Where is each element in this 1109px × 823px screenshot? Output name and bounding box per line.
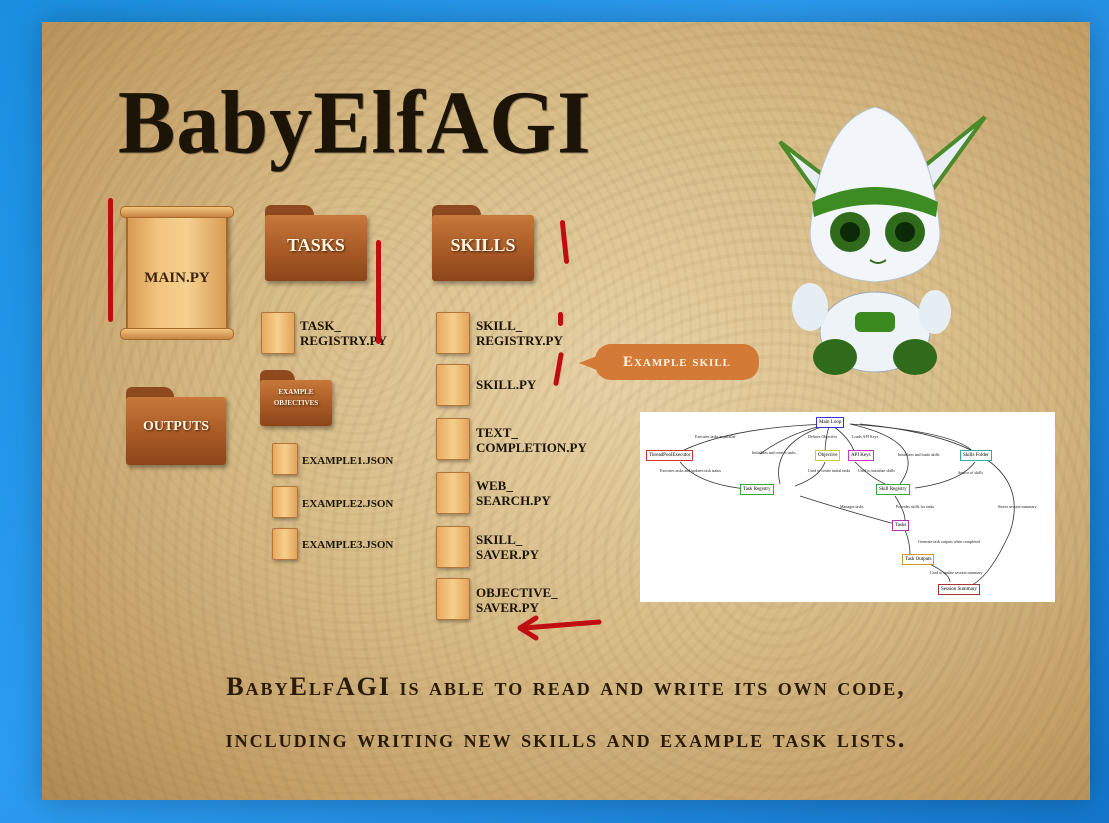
architecture-diagram: Main Loop ThreadPoolExecutor Objective A… <box>640 412 1055 602</box>
skills-folder[interactable]: SKILLS <box>432 205 534 281</box>
node-main-loop: Main Loop <box>816 417 845 428</box>
example3-filename: EXAMPLE3.JSON <box>302 539 394 551</box>
page-title: BabyElfAGI <box>118 71 592 173</box>
example-objectives-folder[interactable]: EXAMPLE OBJECTIVES <box>260 370 332 426</box>
tasks-folder[interactable]: TASKS <box>265 205 367 281</box>
edge-label: Provides skills for tasks <box>896 504 935 509</box>
main-py-label: MAIN.PY <box>144 270 210 286</box>
web-search-filename: WEB_ SEARCH.PY <box>476 478 551 508</box>
example1-filename: EXAMPLE1.JSON <box>302 455 394 467</box>
skill-filename: SKILL.PY <box>476 377 537 392</box>
skill-registry-filename: SKILL_ REGISTRY.PY <box>476 318 563 348</box>
example-objectives-label: EXAMPLE OBJECTIVES <box>273 388 319 407</box>
example1-file-icon[interactable] <box>272 443 298 475</box>
node-api-keys: API Keys <box>848 450 874 461</box>
caption-line-2: including writing new skills and example… <box>225 724 907 753</box>
edge-label: Used to create initial tasks <box>808 468 851 473</box>
text-completion-filename: TEXT_ COMPLETION.PY <box>476 425 587 455</box>
edge-label: Defines Objective <box>808 434 837 439</box>
skill-file-icon[interactable] <box>436 364 470 406</box>
main-py-scroll[interactable]: MAIN.PY <box>120 206 234 340</box>
example-skill-callout: Example skill <box>579 344 759 380</box>
caption-line-1: BabyElfAGI is able to read and write its… <box>226 672 906 701</box>
skill-saver-filename: SKILL_ SAVER.PY <box>476 532 539 562</box>
red-bracket-skills-3 <box>553 351 564 387</box>
node-task-outputs: Task Outputs <box>902 554 935 565</box>
node-skills-folder: Skills Folder <box>960 450 992 461</box>
web-search-file-icon[interactable] <box>436 472 470 514</box>
outputs-folder[interactable]: OUTPUTS <box>126 387 226 465</box>
example2-file-icon[interactable] <box>272 486 298 518</box>
node-skill-registry: Skill Registry <box>876 484 910 495</box>
red-bracket-skills-2 <box>558 312 563 326</box>
skill-saver-file-icon[interactable] <box>436 526 470 568</box>
example3-file-icon[interactable] <box>272 528 298 560</box>
outputs-folder-label: OUTPUTS <box>142 419 210 434</box>
edge-label: Stores session summary <box>998 504 1037 509</box>
objective-saver-filename: OBJECTIVE_ SAVER.PY <box>476 585 558 615</box>
edge-label: Source of skills <box>958 470 983 475</box>
red-bracket-main <box>108 198 113 322</box>
node-tasks: Tasks <box>892 520 910 531</box>
tasks-folder-label: TASKS <box>287 235 345 255</box>
edge-label: Used to initialize skills <box>858 468 895 473</box>
task-registry-file-icon[interactable] <box>261 312 295 354</box>
edge-label: Manages tasks <box>840 504 864 509</box>
edge-label: Initializes and creates tasks <box>752 450 796 455</box>
red-bracket-skills-1 <box>559 219 570 265</box>
node-objective: Objective <box>815 450 841 461</box>
edge-label: Initializes and loads skills <box>898 452 940 457</box>
red-arrow-icon <box>517 615 602 641</box>
text-completion-file-icon[interactable] <box>436 418 470 460</box>
skills-folder-label: SKILLS <box>450 235 516 255</box>
slide: BabyElfAGI MAIN.PY OUTPUTS TASKS SKILLS … <box>42 22 1090 800</box>
edge-label: Executes tasks in parallel <box>695 434 736 439</box>
edge-label: Generate task outputs when completed <box>918 539 980 544</box>
node-task-registry: Task Registry <box>740 484 774 495</box>
edge-label: Used to update session summary <box>930 570 983 575</box>
robot-mascot-image <box>778 106 987 375</box>
edge-label: Executes tasks and updates task status <box>660 468 721 473</box>
node-session-summary: Session Summary <box>938 584 980 595</box>
red-bracket-tasks <box>376 240 381 344</box>
skill-registry-file-icon[interactable] <box>436 312 470 354</box>
node-threadpool-executor: ThreadPoolExecutor <box>646 450 694 461</box>
objective-saver-file-icon[interactable] <box>436 578 470 620</box>
edge-label: Loads API Keys <box>852 434 879 439</box>
task-registry-filename: TASK_ REGISTRY.PY <box>300 318 387 348</box>
example2-filename: EXAMPLE2.JSON <box>302 498 394 510</box>
